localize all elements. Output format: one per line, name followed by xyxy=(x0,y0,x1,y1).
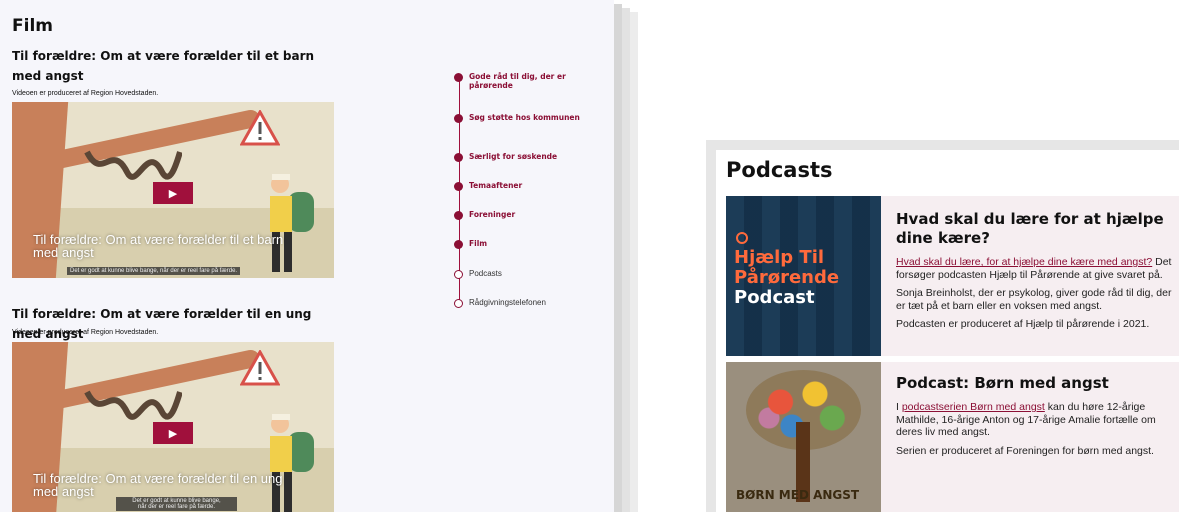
nav-dot-icon xyxy=(454,240,463,249)
nav-item-label: Gode råd til dig, der er pårørende xyxy=(469,72,566,90)
play-button[interactable]: ▶ xyxy=(153,422,193,444)
play-button[interactable]: ▶ xyxy=(153,182,193,204)
cover-title: BØRN MED ANGST xyxy=(736,488,860,502)
video-caption: Til forældre: Om at være forælder til et… xyxy=(33,232,284,260)
warning-icon xyxy=(240,350,280,386)
cover-title-line: Hjælp Til xyxy=(734,247,825,268)
video-player[interactable]: ▶ Til forældre: Om at være forælder til … xyxy=(12,342,334,512)
nav-dot-icon xyxy=(454,270,463,279)
podcast-link[interactable]: podcastserien Børn med angst xyxy=(902,401,1045,413)
play-icon: ▶ xyxy=(168,427,178,440)
podcast-credit: Podcasten er produceret af Hjælp til pår… xyxy=(896,318,1150,330)
podcasts-section-title: Podcasts xyxy=(726,158,833,182)
nav-item-label: Rådgivningstelefonen xyxy=(469,298,546,307)
podcast-logo-icon xyxy=(736,232,748,244)
podcast-text: Hvad skal du lære for at hjælpe dine kær… xyxy=(896,210,1172,337)
cover-title-line: Podcast xyxy=(734,287,815,308)
nav-dot-icon xyxy=(454,182,463,191)
video-caption: Til forældre: Om at være forælder til en… xyxy=(33,471,283,499)
play-icon: ▶ xyxy=(168,187,178,200)
cover-title: Hjælp Til Pårørende Podcast xyxy=(734,248,879,308)
nav-dot-icon xyxy=(454,299,463,308)
podcast-credit: Serien er produceret af Foreningen for b… xyxy=(896,444,1154,457)
section-nav: Gode råd til dig, der er pårørende Søg s… xyxy=(454,72,604,312)
video-player[interactable]: ▶ Til forældre: Om at være forælder til … xyxy=(12,102,334,278)
nav-item-label: Foreninger xyxy=(469,210,516,219)
film-section-title: Film xyxy=(12,16,53,36)
nav-item-label: Temaaftener xyxy=(469,181,523,190)
podcast-description: Hvad skal du lære, for at hjælpe dine kæ… xyxy=(896,256,1172,281)
podcast-text: Podcast: Børn med angst I podcastserien … xyxy=(896,374,1172,463)
warning-icon xyxy=(240,110,280,146)
cover-title-line: Pårørende xyxy=(734,267,840,288)
podcast-heading: Podcast: Børn med angst xyxy=(896,374,1109,392)
nav-dot-icon xyxy=(454,211,463,220)
nav-item-label: Podcasts xyxy=(469,269,502,278)
nav-dot-icon xyxy=(454,73,463,82)
podcast-description: Sonja Breinholst, der er psykolog, giver… xyxy=(896,287,1172,312)
nav-dot-icon xyxy=(454,153,463,162)
video-subtitle-line: når der er reel fare på færde. xyxy=(137,504,216,510)
podcast-cover-image[interactable]: BØRN MED ANGST xyxy=(726,362,881,512)
podcasts-panel: Podcasts Hjælp Til Pårørende Podcast Hva… xyxy=(716,150,1179,512)
podcast-description: I podcastserien Børn med angst kan du hø… xyxy=(896,401,1172,439)
video-heading: Til forældre: Om at være forælder til en… xyxy=(12,307,312,341)
video-subtitle: Det er godt at kunne blive bange, når de… xyxy=(116,497,237,511)
hiker-illustration xyxy=(270,174,314,272)
podcast-card: BØRN MED ANGST Podcast: Børn med angst I… xyxy=(726,362,1179,512)
podcast-heading: Hvad skal du lære for at hjælpe dine kær… xyxy=(896,210,1164,247)
podcast-link[interactable]: Hvad skal du lære, for at hjælpe dine kæ… xyxy=(896,256,1152,268)
podcast-cover-image[interactable]: Hjælp Til Pårørende Podcast xyxy=(726,196,881,356)
video-heading: Til forældre: Om at være forælder til et… xyxy=(12,49,315,83)
video-producer: Videoen er produceret af Region Hovedsta… xyxy=(12,329,159,336)
podcast-card: Hjælp Til Pårørende Podcast Hvad skal du… xyxy=(726,196,1179,356)
nav-item-label: Film xyxy=(469,239,488,248)
film-panel: Film Til forældre: Om at være forælder t… xyxy=(0,0,614,512)
nav-item-label: Særligt for søskende xyxy=(469,152,558,161)
video-subtitle: Det er godt at kunne blive bange, når de… xyxy=(67,267,241,275)
video-producer: Videoen er produceret af Region Hovedsta… xyxy=(12,90,159,97)
nav-dot-icon xyxy=(454,114,463,123)
nav-item-label: Søg støtte hos kommunen xyxy=(469,113,580,122)
